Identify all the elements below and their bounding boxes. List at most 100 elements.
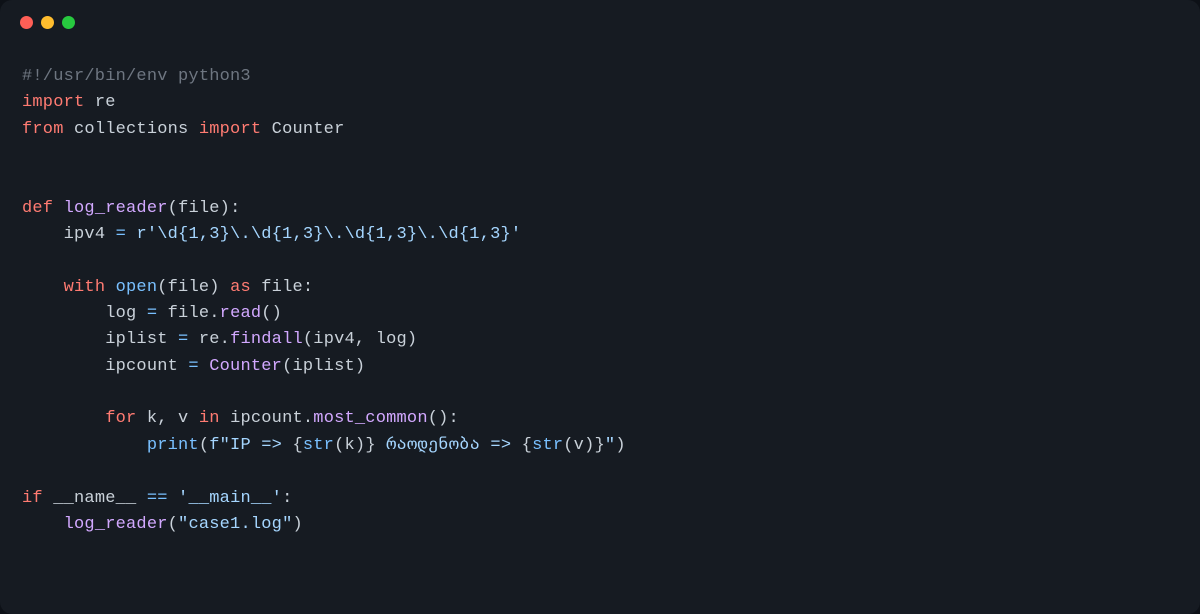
- fstring: f"IP =>: [209, 436, 292, 455]
- fstring: რაოდენობა =>: [376, 436, 522, 455]
- code-line: log_reader("case1.log"): [22, 515, 303, 534]
- parens: ():: [428, 409, 459, 428]
- paren: (: [168, 199, 178, 218]
- indent: [22, 330, 105, 349]
- op-eq: =: [178, 357, 209, 376]
- var-file: file: [168, 278, 210, 297]
- colon: :: [282, 489, 292, 508]
- module-re: re: [95, 93, 116, 112]
- code-line: if __name__ == '__main__':: [22, 489, 292, 508]
- paren: ): [292, 515, 302, 534]
- call-findall: findall: [230, 330, 303, 349]
- indent: [22, 515, 64, 534]
- builtin-str: str: [303, 436, 334, 455]
- var-log: log: [105, 304, 136, 323]
- kw-import: import: [22, 93, 84, 112]
- parens: (): [261, 304, 282, 323]
- paren: (: [157, 278, 167, 297]
- var-ipv4: ipv4: [64, 225, 106, 244]
- paren: ):: [220, 199, 241, 218]
- param-file: file: [178, 199, 220, 218]
- fbrace: }: [365, 436, 375, 455]
- op-eq: =: [105, 225, 136, 244]
- paren: ): [615, 436, 625, 455]
- code-line: from collections import Counter: [22, 120, 344, 139]
- code-line: iplist = re.findall(ipv4, log): [22, 330, 417, 349]
- builtin-print: print: [147, 436, 199, 455]
- kw-in: in: [199, 409, 220, 428]
- paren: (: [199, 436, 209, 455]
- code-line: ipv4 = r'\d{1,3}\.\d{1,3}\.\d{1,3}\.\d{1…: [22, 225, 521, 244]
- builtin-open: open: [116, 278, 158, 297]
- kw-def: def: [22, 199, 53, 218]
- var-file: file: [168, 304, 210, 323]
- code-line: [22, 172, 32, 191]
- call-log-reader: log_reader: [64, 515, 168, 534]
- code-line: [22, 462, 32, 481]
- dunder-name: __name__: [43, 489, 147, 508]
- kw-with: with: [64, 278, 106, 297]
- colon: :: [303, 278, 313, 297]
- module-re: re: [199, 330, 220, 349]
- code-line: [22, 146, 32, 165]
- fbrace: {: [292, 436, 302, 455]
- code-area[interactable]: #!/usr/bin/env python3 import re from co…: [0, 44, 1200, 538]
- call-counter: Counter: [209, 357, 282, 376]
- indent: [22, 304, 105, 323]
- op-eq: =: [168, 330, 199, 349]
- loop-vars: k, v: [136, 409, 198, 428]
- indent: [22, 357, 105, 376]
- kw-for: for: [105, 409, 136, 428]
- code-line: import re: [22, 93, 116, 112]
- module-collections: collections: [74, 120, 188, 139]
- args: (iplist): [282, 357, 365, 376]
- fbrace: {: [522, 436, 532, 455]
- zoom-icon[interactable]: [62, 16, 75, 29]
- minimize-icon[interactable]: [41, 16, 54, 29]
- shebang-comment: #!/usr/bin/env python3: [22, 67, 251, 86]
- class-counter: Counter: [272, 120, 345, 139]
- code-line: ipcount = Counter(iplist): [22, 357, 365, 376]
- func-name: log_reader: [64, 199, 168, 218]
- code-line: for k, v in ipcount.most_common():: [22, 409, 459, 428]
- indent: [22, 409, 105, 428]
- call-most-common: most_common: [313, 409, 427, 428]
- str-main: '__main__': [168, 489, 282, 508]
- code-line: [22, 383, 32, 402]
- code-line: [22, 251, 32, 270]
- indent: [22, 278, 64, 297]
- args: (k): [334, 436, 365, 455]
- builtin-str: str: [532, 436, 563, 455]
- code-line: #!/usr/bin/env python3: [22, 67, 251, 86]
- str-filename: "case1.log": [178, 515, 292, 534]
- paren: ): [209, 278, 219, 297]
- var-iplist: iplist: [105, 330, 167, 349]
- op-eqeq: ==: [147, 489, 168, 508]
- fbrace: }: [595, 436, 605, 455]
- dot: .: [303, 409, 313, 428]
- var-ipcount: ipcount: [105, 357, 178, 376]
- close-icon[interactable]: [20, 16, 33, 29]
- kw-import: import: [199, 120, 261, 139]
- kw-if: if: [22, 489, 43, 508]
- indent: [22, 225, 64, 244]
- code-line: with open(file) as file:: [22, 278, 313, 297]
- kw-as: as: [230, 278, 251, 297]
- code-line: log = file.read(): [22, 304, 282, 323]
- fstring: ": [605, 436, 615, 455]
- args: (v): [563, 436, 594, 455]
- regex-string: r'\d{1,3}\.\d{1,3}\.\d{1,3}\.\d{1,3}': [136, 225, 521, 244]
- dot: .: [220, 330, 230, 349]
- call-read: read: [220, 304, 262, 323]
- titlebar: [0, 0, 1200, 44]
- var-file: file: [261, 278, 303, 297]
- var-ipcount: ipcount: [220, 409, 303, 428]
- kw-from: from: [22, 120, 64, 139]
- editor-window: #!/usr/bin/env python3 import re from co…: [0, 0, 1200, 614]
- paren: (: [168, 515, 178, 534]
- code-line: print(f"IP => {str(k)} რაოდენობა => {str…: [22, 436, 626, 455]
- dot: .: [209, 304, 219, 323]
- indent: [22, 436, 147, 455]
- code-line: def log_reader(file):: [22, 199, 240, 218]
- args: (ipv4, log): [303, 330, 417, 349]
